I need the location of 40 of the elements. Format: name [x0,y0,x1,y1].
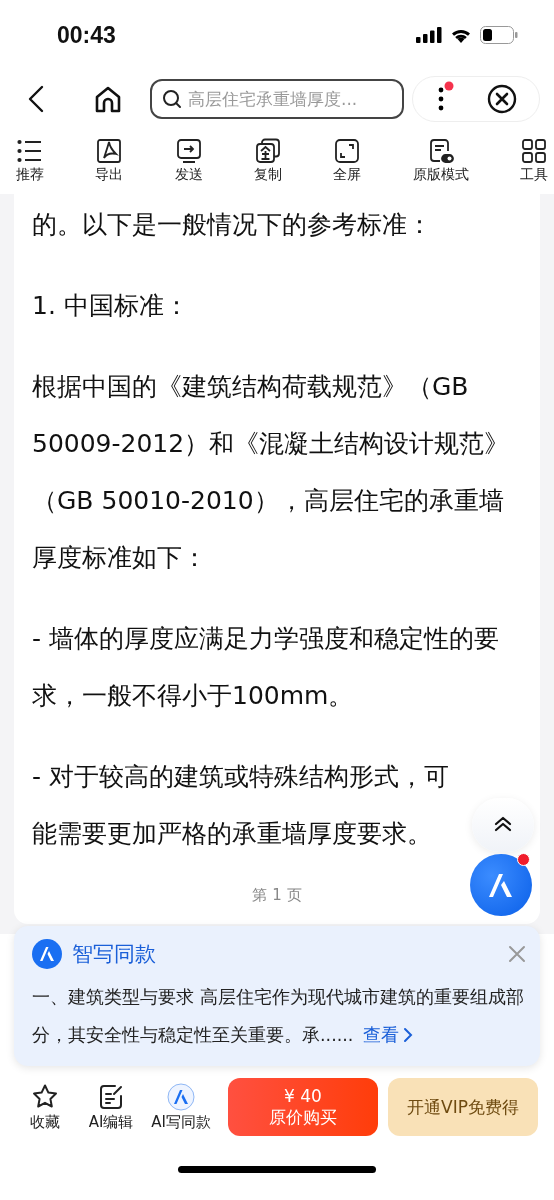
list-icon [17,138,43,164]
view-link[interactable]: 查看 [363,1024,414,1045]
edit-icon [97,1082,125,1111]
fullscreen-icon [334,138,361,164]
double-chevron-up-icon [494,816,512,832]
ai-logo-icon [32,939,62,969]
document-paragraph: 根据中国的《建筑结构荷载规范》（GB 50009-2012）和《混凝土结构设计规范》（GB 50010-2010），高层住宅的承重墙厚度标准如下： [32,371,511,574]
battery-icon [480,26,518,44]
document-paragraph: 1. 中国标准： [32,290,189,322]
grid-icon [520,138,547,164]
toolbar-button[interactable]: 推荐 [16,138,44,194]
document-paragraph: 的。以下是一般情况下的参考标准： [32,209,432,241]
chevron-right-icon [403,1027,414,1043]
ai-logo-icon [167,1082,195,1111]
pdf-icon [96,138,123,164]
back-icon[interactable] [28,85,44,113]
copy-icon [255,138,281,164]
document-paragraph: - 墙体的厚度应满足力学强度和稳定性的要求，一般不得小于100mm。 [32,623,500,712]
toolbar-button[interactable]: 复制 [254,138,282,194]
document-paragraph: - 对于较高的建筑或特殊结构形式，可能需要更加严格的承重墙厚度要求。 [32,761,450,850]
toolbar-button[interactable]: 导出 [95,138,124,194]
vip-button[interactable]: 开通VIP免费得 [388,1078,538,1136]
toolbar-button[interactable]: 工具 [519,138,548,194]
toolbar-button[interactable]: 原版模式 [412,138,469,194]
close-icon[interactable] [486,84,517,114]
send-icon [175,138,202,164]
ai-card-title: 智写同款 [72,941,156,968]
signal-icon [416,27,442,43]
toolbar-button[interactable]: 全屏 [333,138,362,194]
bottom-action-button[interactable]: AI写同款 [146,1082,216,1132]
bottom-action-button[interactable]: 收藏 [14,1082,76,1132]
home-icon[interactable] [94,85,122,113]
document-toggle-icon [427,138,454,164]
ai-card-summary: 一、建筑类型与要求 高层住宅作为现代城市建筑的重要组成部分，其安全性与稳定性至关重要。承...... 查看 [32,986,525,1047]
search-icon [162,89,182,109]
wifi-icon [450,27,472,43]
page-number: 第 1 页 [251,886,303,905]
bottom-action-button[interactable]: AI编辑 [80,1082,142,1132]
toolbar-button[interactable]: 发送 [174,138,203,194]
status-time: 00:43 [57,21,116,49]
